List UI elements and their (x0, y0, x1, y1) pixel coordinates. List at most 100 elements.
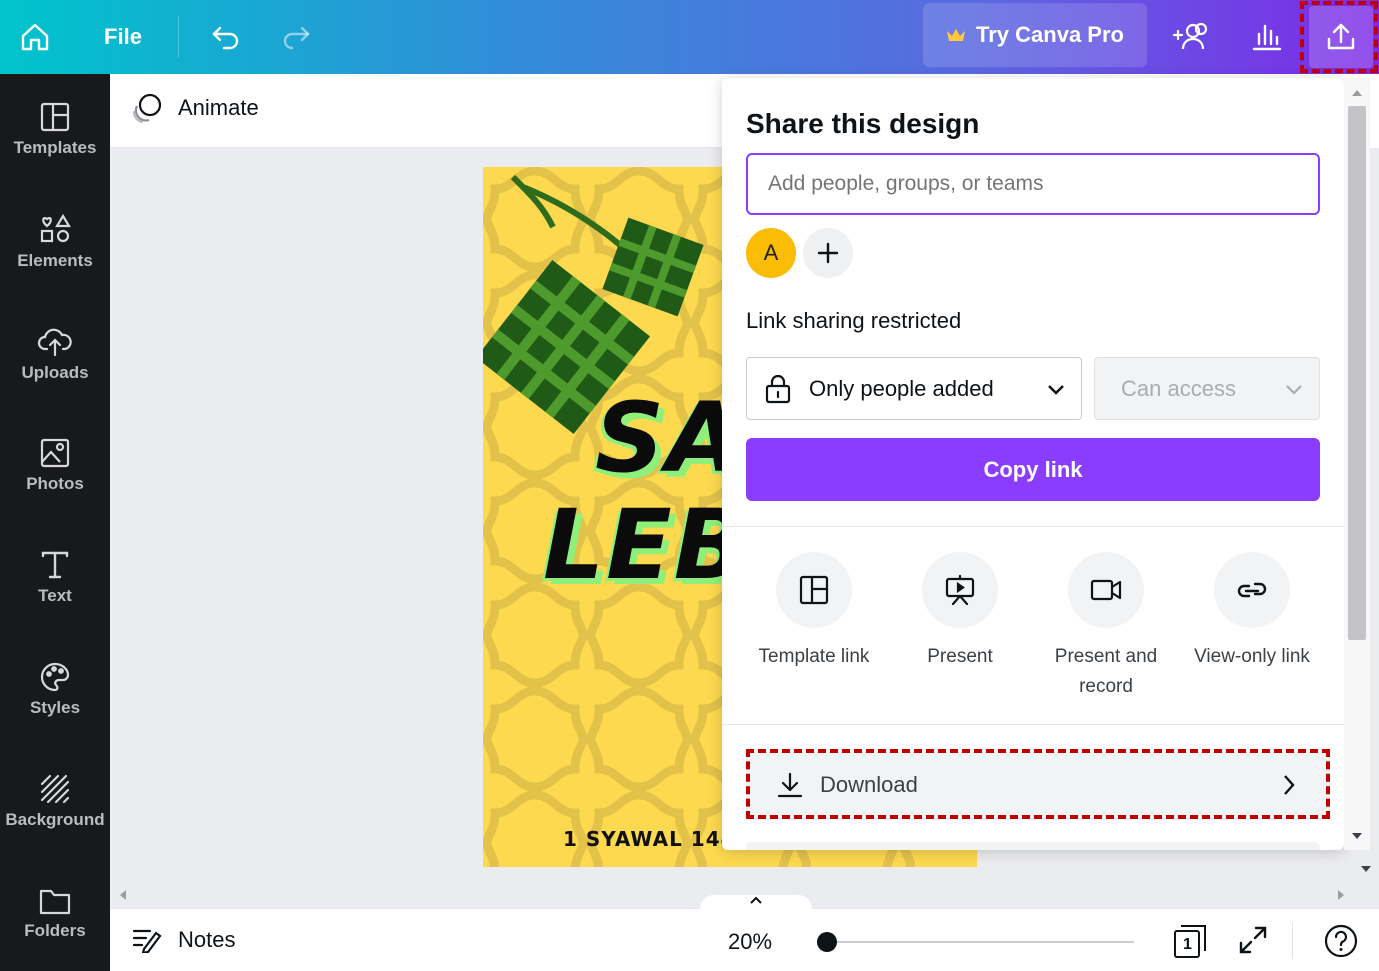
topbar-divider (178, 16, 179, 58)
footer-divider (1292, 923, 1293, 959)
insights-button[interactable] (1242, 0, 1292, 74)
link-sharing-label: Link sharing restricted (746, 308, 962, 333)
next-menu-row (746, 842, 1320, 850)
option-icon-circle (776, 552, 852, 628)
help-icon (1324, 924, 1358, 958)
option-icon-circle (1214, 552, 1290, 628)
option-icon-circle (1068, 552, 1144, 628)
collaborate-button[interactable] (1166, 0, 1216, 74)
option-label: Template link (758, 646, 870, 667)
background-icon (40, 774, 70, 804)
zoom-level[interactable]: 20% (728, 929, 772, 955)
show-pages-toggle[interactable] (700, 895, 812, 913)
try-canva-pro-button[interactable]: Try Canva Pro (923, 3, 1147, 67)
chevron-down-icon (1286, 384, 1302, 395)
add-people-input[interactable] (746, 153, 1320, 215)
sidebar-item-label: Background (5, 810, 105, 829)
copy-link-button[interactable]: Copy link (746, 438, 1320, 501)
scrollbar-thumb[interactable] (1348, 106, 1366, 640)
share-button-highlight (1300, 1, 1378, 73)
permission-dropdown-value: Can access (1121, 375, 1236, 401)
sidebar-item-uploads[interactable]: Uploads (0, 314, 110, 394)
sidebar-item-elements[interactable]: Elements (0, 202, 110, 282)
file-menu[interactable]: File (94, 0, 152, 74)
present-and-record-option[interactable]: Present and record (1033, 552, 1179, 702)
sidebar-item-background[interactable]: Background (0, 762, 110, 842)
image-icon (40, 438, 70, 468)
try-canva-pro-label: Try Canva Pro (976, 22, 1124, 47)
sidebar-item-label: Styles (29, 698, 81, 717)
option-icon-circle (922, 552, 998, 628)
top-bar: File Try Canva Pro (0, 0, 1379, 74)
panel-vertical-scrollbar[interactable] (1344, 78, 1370, 850)
sidebar-item-text[interactable]: Text (0, 538, 110, 618)
scroll-left-icon (120, 890, 126, 900)
avatar[interactable]: A (746, 228, 796, 278)
sidebar-item-folders[interactable]: Folders (0, 874, 110, 954)
chevron-up-icon (750, 896, 762, 904)
template-icon (799, 575, 829, 605)
editor-toolbar: Animate (110, 74, 722, 148)
zoom-slider-track[interactable] (826, 941, 1134, 943)
redo-icon (283, 26, 310, 50)
animate-icon (132, 93, 162, 124)
help-button[interactable] (1324, 924, 1358, 958)
editor-footer: Notes 20% 1 (110, 895, 1379, 971)
home-icon (21, 23, 49, 51)
add-person-button[interactable] (803, 228, 853, 278)
share-panel-title: Share this design (746, 108, 980, 139)
templates-icon (40, 102, 70, 132)
zoom-slider-handle[interactable] (817, 932, 837, 952)
view-only-link-option[interactable]: View-only link (1179, 552, 1325, 672)
headline-line-2: LEB (543, 489, 749, 601)
palette-icon (40, 662, 70, 692)
crown-icon (947, 29, 966, 41)
page-count-button[interactable]: 1 (1172, 923, 1208, 959)
copy-link-label: Copy link (983, 456, 1083, 482)
sidebar-item-label: Elements (17, 251, 93, 270)
text-icon (41, 551, 69, 579)
notes-label: Notes (178, 927, 236, 952)
link-icon (1237, 582, 1267, 598)
option-label: Present and record (1054, 646, 1158, 697)
scroll-down-icon (1352, 833, 1362, 839)
sidebar-item-styles[interactable]: Styles (0, 650, 110, 730)
redo-button[interactable] (274, 0, 320, 74)
camera-icon (1090, 579, 1122, 601)
sidebar-item-label: Templates (13, 138, 97, 157)
sidebar-item-label: Folders (24, 921, 86, 940)
fullscreen-button[interactable] (1238, 925, 1268, 955)
home-button[interactable] (10, 0, 60, 74)
permission-dropdown[interactable]: Can access (1094, 357, 1320, 420)
headline-line-1: SA (595, 382, 743, 494)
access-dropdown[interactable]: Only people added (746, 357, 1082, 420)
panel-divider (722, 526, 1344, 527)
access-dropdown-value: Only people added (809, 375, 994, 401)
canvas-scroll-down-icon (1361, 866, 1371, 872)
option-label: View-only link (1194, 646, 1310, 667)
template-link-option[interactable]: Template link (741, 552, 887, 672)
sidebar-item-photos[interactable]: Photos (0, 426, 110, 506)
scroll-right-icon (1338, 890, 1344, 900)
undo-button[interactable] (202, 0, 248, 74)
avatar-initial: A (763, 240, 779, 265)
add-people-icon (1172, 22, 1208, 50)
notes-button[interactable]: Notes (132, 927, 235, 953)
upload-cloud-icon (37, 328, 72, 357)
animate-label: Animate (178, 95, 259, 120)
scroll-up-icon (1352, 90, 1362, 96)
plus-icon (817, 242, 839, 264)
present-option[interactable]: Present (887, 552, 1033, 672)
animate-button[interactable]: Animate (130, 92, 259, 124)
file-menu-label: File (104, 24, 142, 49)
sidebar-item-label: Uploads (21, 363, 89, 382)
sidebar: Templates Elements Uploads Photos Text S… (0, 74, 110, 971)
sidebar-item-label: Text (38, 586, 72, 605)
chevron-down-icon (1048, 384, 1064, 395)
present-icon (945, 574, 975, 606)
sidebar-item-templates[interactable]: Templates (0, 90, 110, 170)
lock-icon (765, 374, 791, 403)
folder-icon (39, 889, 71, 915)
bar-chart-icon (1252, 24, 1282, 51)
panel-divider (722, 724, 1344, 725)
